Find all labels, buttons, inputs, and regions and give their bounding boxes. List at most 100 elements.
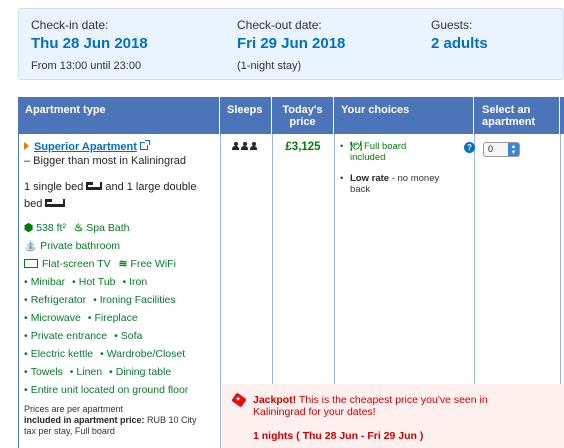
price-notes: Prices are per apartment included in apa… [24, 404, 224, 437]
meal-plan-line1: Full board [364, 141, 407, 152]
included-value: RUB 10 City [144, 415, 197, 425]
spa-bath: Spa Bath [86, 222, 130, 234]
room-table: Apartment type Sleeps Today's price Your… [18, 97, 564, 448]
jackpot-message: Jackpot! This is the cheapest price you'… [253, 394, 543, 418]
meal-plan-choice: 🍽Full board included ? [340, 141, 475, 163]
wifi-icon: ≋ [118, 258, 128, 270]
facilities-list: ⬢ 538 ft² ♨ Spa Bath ⛲ Private bathroom Fla… [24, 219, 218, 399]
room-size: 538 ft² [36, 222, 66, 234]
checkout-label: Check-out date: [237, 18, 322, 32]
room-size-icon: ⬢ [24, 222, 34, 234]
header-choices: Your choices [334, 97, 474, 134]
facility-item: Electric kettle [24, 348, 93, 360]
bed-text-1: 1 single bed [24, 181, 84, 193]
shower-icon: ⛲ [24, 240, 38, 252]
stay-length: (1-night stay) [237, 60, 302, 72]
checkin-date[interactable]: Thu 28 Jun 2018 [31, 34, 148, 54]
facility-row: Minibar Hot Tub Iron [24, 273, 218, 291]
rate-label: Low rate [350, 173, 390, 184]
spa-bath-icon: ♨ [73, 222, 84, 234]
checkout-date[interactable]: Fri 29 Jun 2018 [237, 34, 345, 54]
header-extra [560, 97, 564, 134]
bed-text-2: and 1 large double [105, 181, 197, 193]
facility-item: Dining table [109, 366, 171, 378]
checkin-time: From 13:00 until 23:00 [31, 60, 142, 72]
bed-text-3: bed [24, 198, 43, 210]
header-price-line1: Today's [282, 104, 323, 116]
facility-row: Towels Linen Dining table [24, 363, 218, 381]
table-header: Apartment type Sleeps Today's price Your… [18, 97, 564, 134]
header-price: Today's price [272, 97, 334, 134]
person-icon [232, 142, 239, 150]
table-border-left [18, 134, 19, 448]
facility-item: Hot Tub [72, 276, 115, 288]
apartment-title-row: Superior Apartment [24, 140, 218, 154]
private-bathroom: Private bathroom [40, 240, 121, 252]
facility-row: ⛲ Private bathroom [24, 237, 218, 255]
tv-icon [24, 259, 38, 268]
facility-item: Towels [24, 366, 63, 378]
column-divider [220, 134, 221, 448]
apartment-quantity-select[interactable]: 0 ▲ ▼ [483, 142, 520, 157]
facility-row: Private entrance Sofa [24, 327, 218, 345]
sleeps-capacity [232, 141, 259, 153]
price-tag-icon [231, 392, 247, 408]
facility-item: Private entrance [24, 330, 107, 342]
select-value: 0 [488, 144, 494, 154]
jackpot-title: Jackpot! [253, 394, 297, 406]
guests-value[interactable]: 2 adults [431, 34, 488, 54]
external-link-icon[interactable] [139, 140, 150, 150]
free-wifi: Free WiFi [130, 258, 176, 270]
jackpot-nights: 1 nights ( Thu 28 Jun - Fri 29 Jun ) [253, 430, 424, 442]
your-choices: 🍽Full board included ? Low rate - no mon… [340, 141, 475, 195]
facility-item: Entire unit located on ground floor [24, 384, 188, 396]
facility-item: Minibar [24, 276, 65, 288]
facility-item: Refrigerator [24, 294, 86, 306]
facility-row: Entire unit located on ground floor [24, 381, 218, 399]
header-select-line2: apartment [482, 116, 536, 128]
rate-description: - no money [389, 173, 440, 184]
included-label: included in apartment price: [24, 415, 145, 425]
double-bed-icon [45, 199, 66, 207]
apartment-info: Superior Apartment – Bigger than most in… [24, 140, 218, 168]
header-apartment-type: Apartment type [18, 97, 220, 134]
person-icon [250, 142, 257, 150]
checkin-label: Check-in date: [31, 18, 109, 32]
header-price-line2: price [289, 116, 316, 128]
header-select: Select an apartment [474, 97, 560, 134]
checkin-section: Check-in date: Thu 28 Jun 2018 From 13:0… [31, 18, 148, 73]
facility-row: ⬢ 538 ft² ♨ Spa Bath [24, 219, 218, 237]
included-value-continued: tax per stay, Full board [24, 426, 115, 436]
facility-item: Fireplace [88, 312, 138, 324]
apartment-name-link[interactable]: Superior Apartment [34, 141, 137, 153]
bed-configuration: 1 single bed and 1 large double bed [24, 179, 218, 213]
checkout-section: Check-out date: Fri 29 Jun 2018 (1-night… [237, 18, 345, 73]
jackpot-banner: Jackpot! This is the cheapest price you'… [222, 384, 564, 448]
guests-section: Guests: 2 adults [431, 18, 488, 54]
included-in-price: included in apartment price: RUB 10 City [24, 415, 224, 426]
facility-item: Microwave [24, 312, 81, 324]
single-bed-icon [86, 182, 103, 190]
header-select-line1: Select an [482, 104, 531, 116]
facility-row: Electric kettle Wardrobe/Closet [24, 345, 218, 363]
facility-item: Iron [122, 276, 147, 288]
chevron-updown-icon: ▲ ▼ [508, 143, 519, 156]
cutlery-icon: 🍽 [350, 141, 363, 152]
prices-per-apartment: Prices are per apartment [24, 404, 124, 414]
person-icon [241, 142, 248, 150]
todays-price: £3,125 [285, 141, 321, 153]
rate-choice: Low rate - no money back [340, 173, 470, 195]
caret-right-icon [24, 142, 29, 150]
facility-item: Sofa [114, 330, 142, 342]
rate-description-continued: back [350, 184, 371, 195]
flat-screen-tv: Flat-screen TV [42, 258, 111, 270]
facility-item: Linen [70, 366, 102, 378]
meal-plan-line2: included [350, 152, 386, 163]
facility-item: Ironing Facilities [93, 294, 176, 306]
help-icon[interactable]: ? [464, 142, 475, 153]
stay-summary: Check-in date: Thu 28 Jun 2018 From 13:0… [18, 8, 564, 80]
apartment-description: – Bigger than most in Kaliningrad [24, 155, 187, 167]
facility-row: Flat-screen TV ≋ Free WiFi [24, 255, 218, 273]
facility-item: Wardrobe/Closet [100, 348, 185, 360]
guests-label: Guests: [431, 18, 473, 32]
